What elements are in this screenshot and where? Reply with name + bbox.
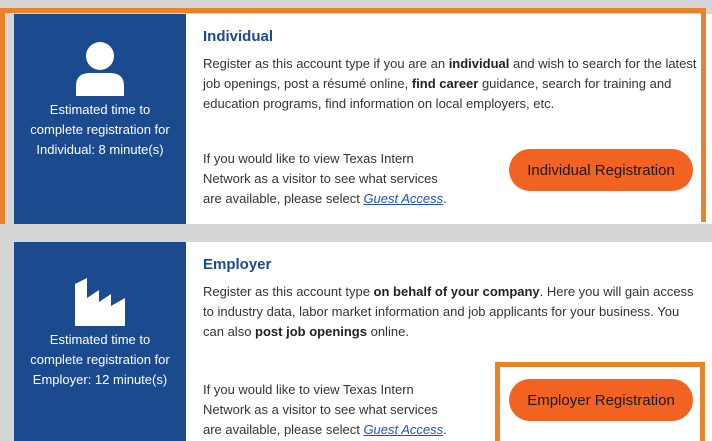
individual-highlight-frame-left-lower <box>0 100 5 224</box>
individual-description: Register as this account type if you are… <box>203 56 697 111</box>
employer-sidebar: Estimated time to complete registration … <box>14 242 186 441</box>
individual-time-estimate: Estimated time to complete registration … <box>30 102 170 157</box>
employer-card: Estimated time to complete registration … <box>14 242 712 441</box>
factory-icon <box>14 278 186 331</box>
individual-title: Individual <box>203 28 274 45</box>
individual-registration-button[interactable]: Individual Registration <box>509 149 693 191</box>
employer-description: Register as this account type on behalf … <box>203 284 694 339</box>
individual-guest-access-link[interactable]: Guest Access <box>363 191 443 206</box>
employer-visitor-text: If you would like to view Texas Intern N… <box>203 382 447 437</box>
employer-registration-button[interactable]: Employer Registration <box>509 379 693 421</box>
employer-guest-access-link[interactable]: Guest Access <box>363 422 443 437</box>
individual-highlight-frame-left <box>0 8 5 100</box>
individual-sidebar: Estimated time to complete registration … <box>14 14 186 224</box>
employer-title: Employer <box>203 256 272 273</box>
individual-visitor-text: If you would like to view Texas Intern N… <box>203 151 447 206</box>
person-icon <box>14 40 186 101</box>
individual-content: Individual Register as this account type… <box>203 14 702 224</box>
individual-card: Estimated time to complete registration … <box>14 14 712 224</box>
employer-time-estimate: Estimated time to complete registration … <box>30 332 170 387</box>
employer-content: Employer Register as this account type o… <box>203 242 702 441</box>
